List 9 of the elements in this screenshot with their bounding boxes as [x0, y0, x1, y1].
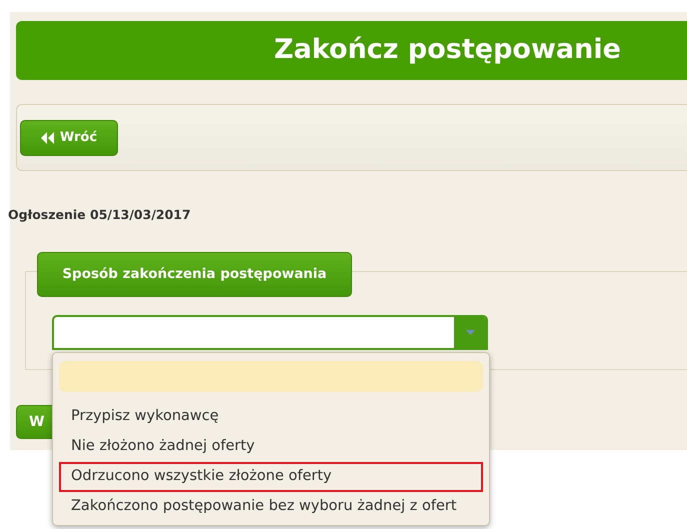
rewind-icon [40, 132, 54, 144]
page-title: Zakończ postępowanie [274, 34, 621, 67]
dropdown-option[interactable]: Zakończono postępowanie bez wyboru żadnej z ofert [59, 492, 483, 522]
dropdown-toggle[interactable] [454, 316, 486, 348]
dropdown-option[interactable]: Odrzucono wszystkie złożone oferty [59, 462, 483, 492]
select-field[interactable] [52, 314, 488, 350]
dropdown-option[interactable] [59, 361, 483, 392]
notice-text: Ogłoszenie 05/13/03/2017 [8, 206, 192, 224]
caret-icon [466, 330, 474, 335]
